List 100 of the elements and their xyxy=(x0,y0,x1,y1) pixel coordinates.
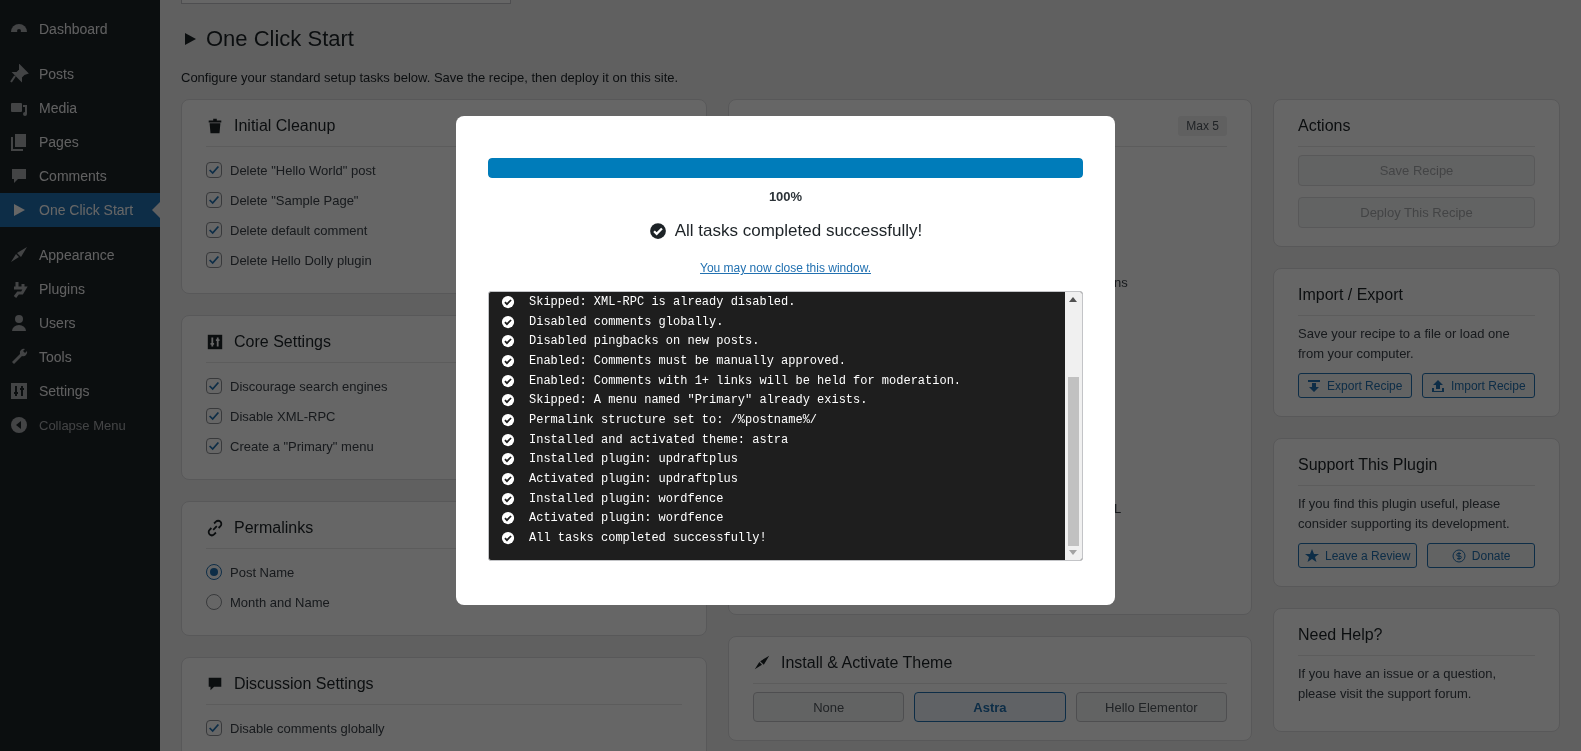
option-label: Delete Hello Dolly plugin xyxy=(230,252,372,268)
option-label: Delete default comment xyxy=(230,222,368,238)
check-circle-icon xyxy=(501,472,515,487)
log-line: Skipped: XML-RPC is already disabled. xyxy=(529,294,796,309)
play-icon xyxy=(185,33,196,45)
sliders-icon xyxy=(206,333,224,351)
star-icon xyxy=(1305,548,1319,563)
sidebar-item[interactable]: Plugins xyxy=(0,272,160,306)
log-line: Activated plugin: wordfence xyxy=(529,511,724,526)
donate-button[interactable]: Donate xyxy=(1427,543,1535,568)
checkbox[interactable] xyxy=(206,192,222,208)
current-page-pointer xyxy=(152,202,160,218)
option-label: Delete "Hello World" post xyxy=(230,162,376,178)
sidebar-item[interactable]: Dashboard xyxy=(0,12,160,46)
sliders-icon xyxy=(9,381,29,401)
checkbox[interactable] xyxy=(206,222,222,238)
check-icon xyxy=(207,163,221,177)
check-circle-icon xyxy=(501,432,515,447)
check-circle-icon xyxy=(501,314,515,329)
log-line: Disabled pingbacks on new posts. xyxy=(529,334,760,349)
check-circle-icon xyxy=(501,294,515,309)
checkbox[interactable] xyxy=(206,252,222,268)
log-line: Installed plugin: updraftplus xyxy=(529,452,738,467)
check-circle-icon xyxy=(501,393,515,408)
radio-button[interactable] xyxy=(206,564,222,580)
download-icon xyxy=(1307,378,1322,393)
status-message: All tasks completed successfully! xyxy=(674,221,923,241)
scrollbar[interactable] xyxy=(1065,292,1082,560)
card-title: Import / Export xyxy=(1298,286,1403,304)
log-line: Installed and activated theme: astra xyxy=(529,432,789,447)
review-button[interactable]: Leave a Review xyxy=(1298,543,1418,568)
log-line: Skipped: A menu named "Primary" already exists. xyxy=(529,393,868,408)
card-title: Initial Cleanup xyxy=(234,117,336,135)
sidebar-item[interactable]: Settings xyxy=(0,374,160,408)
partial-text: ns xyxy=(1114,275,1129,290)
theme-option[interactable]: Astra xyxy=(914,692,1066,722)
sidebar-item[interactable]: Media xyxy=(0,91,160,125)
card-text: If you have an issue or a question, please visit the support forum. xyxy=(1298,665,1497,703)
check-circle-icon xyxy=(501,353,515,368)
sidebar-item[interactable]: Posts xyxy=(0,57,160,91)
log-line: Enabled: Comments must be manually approved. xyxy=(529,353,846,368)
card-title: Support This Plugin xyxy=(1298,456,1438,474)
checkbox[interactable] xyxy=(206,162,222,178)
sidebar-item[interactable]: One Click Start xyxy=(0,193,160,227)
check-circle-icon xyxy=(501,531,515,546)
theme-option[interactable]: None xyxy=(753,692,905,722)
sidebar-item[interactable]: Comments xyxy=(0,159,160,193)
page-description: Configure your standard setup tasks below. Save the recipe, then deploy it on this site. xyxy=(181,70,680,85)
speech-bubble-icon xyxy=(9,166,29,186)
sidebar-item[interactable]: Users xyxy=(0,306,160,340)
card-title: Core Settings xyxy=(234,333,331,351)
card-title: Discussion Settings xyxy=(234,675,374,693)
card-text: Save your recipe to a file or load one from your computer. xyxy=(1298,325,1511,363)
card-text: If you find this plugin useful, please consider supporting its development. xyxy=(1298,495,1511,533)
log-line: Permalink structure set to: /%postname%/ xyxy=(529,412,818,427)
checkbox[interactable] xyxy=(206,720,222,736)
option-label: Month and Name xyxy=(230,594,330,610)
card-title: Need Help? xyxy=(1298,626,1383,644)
import-button[interactable]: Import Recipe xyxy=(1421,373,1535,398)
check-circle-icon xyxy=(501,491,515,506)
option-label: Delete "Sample Page" xyxy=(230,192,359,208)
check-circle-icon xyxy=(501,373,515,388)
log-line: Disabled comments globally. xyxy=(529,314,724,329)
check-circle-icon xyxy=(648,222,667,240)
check-icon xyxy=(207,379,221,393)
link-icon xyxy=(206,519,224,537)
upload-icon xyxy=(1430,378,1445,393)
log-line: All tasks completed successfully! xyxy=(529,531,767,546)
page-title: One Click Start xyxy=(206,26,354,52)
dollar-icon xyxy=(1451,548,1466,563)
card-title: Install & Activate Theme xyxy=(781,654,953,672)
person-icon xyxy=(9,313,29,333)
collapse-menu-button[interactable]: Collapse Menu xyxy=(0,408,160,442)
checkbox[interactable] xyxy=(206,438,222,454)
pages-icon xyxy=(9,132,29,152)
option-label: Post Name xyxy=(230,564,295,580)
check-circle-icon xyxy=(501,511,515,526)
sidebar-item[interactable]: Pages xyxy=(0,125,160,159)
check-circle-icon xyxy=(501,412,515,427)
check-icon xyxy=(207,439,221,453)
sidebar-item[interactable]: Tools xyxy=(0,340,160,374)
option-label: Disable XML-RPC xyxy=(230,408,336,424)
log-line: Installed plugin: wordfence xyxy=(529,491,724,506)
checkbox[interactable] xyxy=(206,378,222,394)
limit-badge: Max 5 xyxy=(1178,116,1227,136)
theme-option[interactable]: Hello Elementor xyxy=(1075,692,1227,722)
progress-percent: 100% xyxy=(768,189,803,204)
collapse-icon xyxy=(9,415,29,435)
check-circle-icon xyxy=(501,452,515,467)
export-button[interactable]: Export Recipe xyxy=(1298,373,1412,398)
sidebar-item[interactable]: Appearance xyxy=(0,238,160,272)
check-icon xyxy=(207,193,221,207)
option-label: Create a "Primary" menu xyxy=(230,438,374,454)
log-line: Enabled: Comments with 1+ links will be held for moderation. xyxy=(529,373,962,388)
close-window-link[interactable]: You may now close this window. xyxy=(700,261,871,275)
checkbox[interactable] xyxy=(206,408,222,424)
pin-icon xyxy=(9,64,29,84)
log-line: Activated plugin: updraftplus xyxy=(529,472,738,487)
radio-button[interactable] xyxy=(206,594,222,610)
option-label: Disable comments globally xyxy=(230,720,385,736)
